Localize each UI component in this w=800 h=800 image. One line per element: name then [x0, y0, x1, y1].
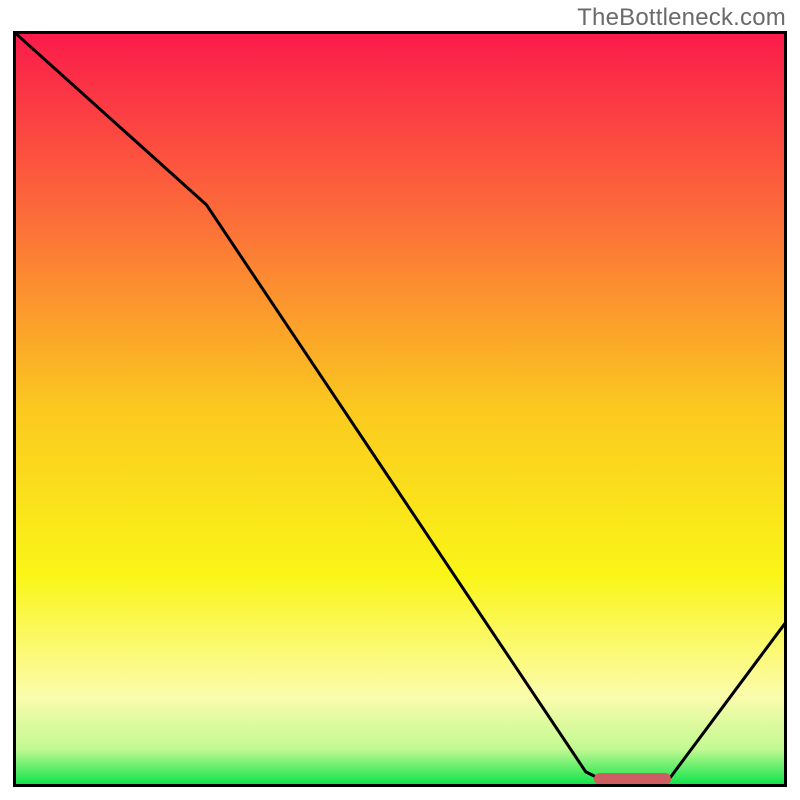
bottleneck-curve — [13, 31, 787, 787]
plot-area — [13, 31, 787, 787]
optimal-range-marker — [594, 773, 671, 785]
watermark-text: TheBottleneck.com — [577, 4, 786, 32]
chart-container: TheBottleneck.com — [0, 0, 800, 800]
